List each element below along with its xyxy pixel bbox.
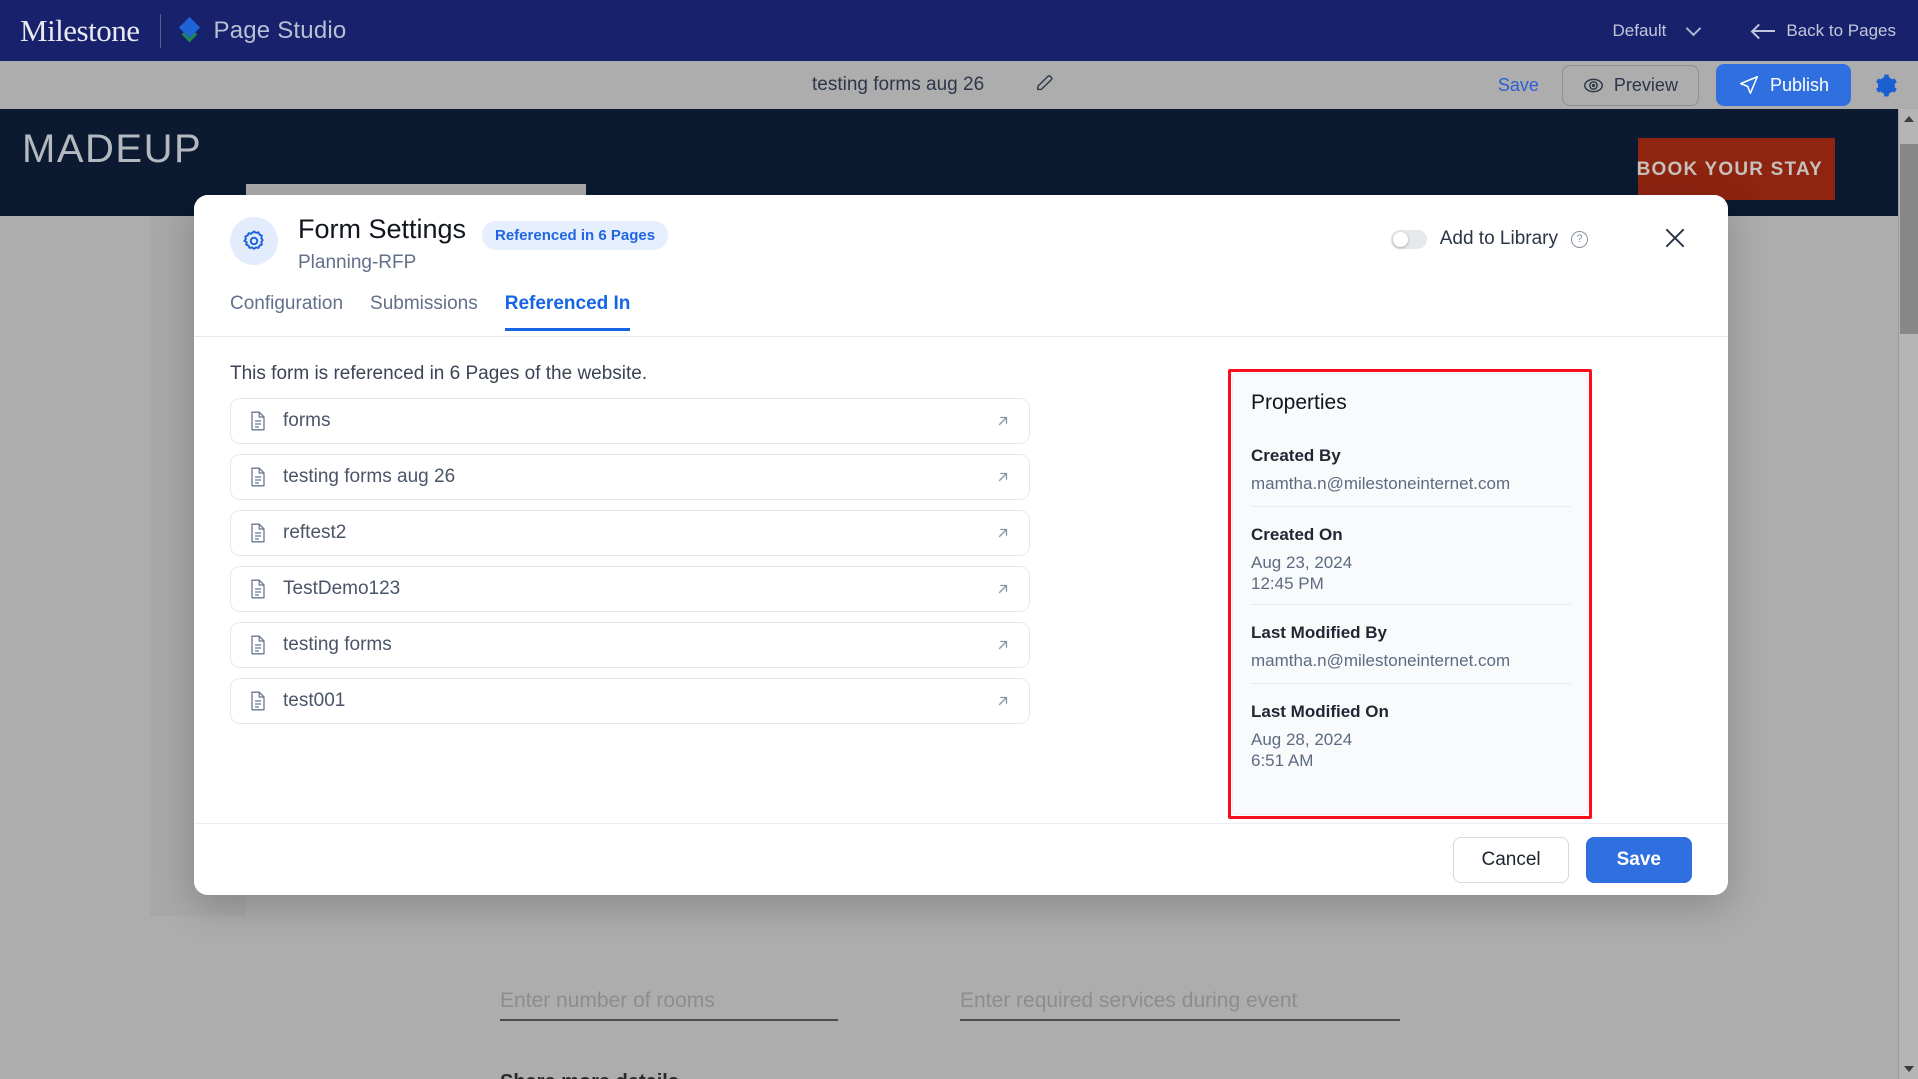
- share-more-details-label: Share more details: [500, 1071, 679, 1079]
- properties-card: Properties Created By mamtha.n@milestonei…: [1232, 373, 1588, 815]
- list-item-label: reftest2: [283, 522, 347, 543]
- property-divider: [1251, 604, 1571, 605]
- save-button[interactable]: Save: [1585, 836, 1692, 883]
- environment-selector[interactable]: Default: [1612, 20, 1702, 41]
- milestone-logo: Milestone: [20, 12, 140, 48]
- external-link-icon[interactable]: [995, 693, 1011, 709]
- scroll-down-arrow-icon[interactable]: [1899, 1059, 1918, 1079]
- property-row: Last Modified On Aug 28, 2024 6:51 AM: [1251, 702, 1571, 772]
- property-row: Created By mamtha.n@milestoneinternet.com: [1251, 446, 1571, 494]
- list-item[interactable]: testing forms aug 26: [230, 454, 1030, 500]
- external-link-icon[interactable]: [995, 637, 1011, 653]
- list-item[interactable]: TestDemo123: [230, 566, 1030, 612]
- modal-title: Form Settings: [298, 214, 467, 244]
- property-label: Last Modified By: [1251, 623, 1388, 642]
- services-field[interactable]: Enter required services during event: [960, 989, 1400, 1021]
- document-icon: [251, 467, 265, 487]
- scrollbar-thumb[interactable]: [1900, 144, 1918, 334]
- external-link-icon[interactable]: [995, 469, 1011, 485]
- brand-bar-right: Default Back to Pages: [1612, 20, 1896, 41]
- toolbar-actions: Save Preview Publish: [1492, 64, 1898, 106]
- gear-icon[interactable]: [1873, 73, 1898, 98]
- page-title: testing forms aug 26: [812, 74, 985, 95]
- tab-submissions[interactable]: Submissions: [370, 293, 478, 331]
- property-value: mamtha.n@milestoneinternet.com: [1251, 651, 1511, 670]
- referenced-note: This form is referenced in 6 Pages of th…: [230, 363, 648, 384]
- toolbar-save-button[interactable]: Save: [1492, 71, 1545, 100]
- form-settings-modal: Form Settings Referenced in 6 Pages Plan…: [194, 195, 1728, 895]
- vertical-scrollbar[interactable]: [1898, 109, 1918, 1079]
- gear-icon: [230, 217, 278, 265]
- rooms-field[interactable]: Enter number of rooms: [500, 989, 838, 1021]
- site-logo: MADEUP: [22, 127, 203, 171]
- list-item[interactable]: testing forms: [230, 622, 1030, 668]
- external-link-icon[interactable]: [995, 525, 1011, 541]
- environment-label: Default: [1612, 20, 1667, 40]
- list-item-label: TestDemo123: [283, 578, 401, 599]
- back-to-pages-label: Back to Pages: [1786, 20, 1896, 40]
- tab-referenced-in[interactable]: Referenced In: [504, 293, 631, 331]
- property-row: Created On Aug 23, 2024 12:45 PM: [1251, 525, 1571, 595]
- property-value: mamtha.n@milestoneinternet.com: [1251, 474, 1511, 493]
- modal-header: Form Settings Referenced in 6 Pages Plan…: [194, 195, 1728, 293]
- question-mark-icon[interactable]: ?: [1571, 230, 1588, 248]
- pencil-icon[interactable]: [1034, 72, 1056, 94]
- property-divider: [1251, 683, 1571, 684]
- app-root: MADEUP BOOK YOUR STAY -3000 Enter number…: [0, 0, 1918, 1079]
- property-row: Last Modified By mamtha.n@milestoneintern…: [1251, 623, 1571, 671]
- property-divider: [1251, 506, 1571, 507]
- property-label: Created On: [1251, 525, 1343, 544]
- book-your-stay-label: BOOK YOUR STAY: [1636, 159, 1823, 180]
- modal-tabs: Configuration Submissions Referenced In: [194, 293, 1728, 337]
- modal-body: This form is referenced in 6 Pages of th…: [194, 338, 1728, 823]
- back-to-pages-button[interactable]: Back to Pages: [1753, 21, 1896, 41]
- send-icon: [1739, 75, 1758, 95]
- document-icon: [251, 411, 265, 431]
- app-name: Page Studio: [213, 16, 347, 44]
- publish-button[interactable]: Publish: [1715, 64, 1851, 106]
- list-item[interactable]: reftest2: [230, 510, 1030, 556]
- diamond-logo-icon: [178, 16, 203, 42]
- scroll-up-arrow-icon[interactable]: [1899, 109, 1918, 129]
- arrow-left-icon: [1753, 24, 1776, 38]
- tab-configuration[interactable]: Configuration: [230, 293, 343, 331]
- brand-divider: [159, 13, 161, 48]
- preview-label: Preview: [1613, 74, 1678, 95]
- external-link-icon[interactable]: [995, 413, 1011, 429]
- eye-icon: [1583, 78, 1603, 92]
- editor-toolbar: testing forms aug 26 Save Preview Publis…: [0, 61, 1918, 109]
- referenced-pages-list: forms testing forms aug 26 reftest2 TestDem…: [230, 398, 1030, 734]
- publish-label: Publish: [1769, 74, 1829, 95]
- list-item[interactable]: test001: [230, 678, 1030, 724]
- close-icon[interactable]: [1662, 225, 1688, 251]
- property-value: Aug 28, 2024 6:51 AM: [1251, 730, 1353, 771]
- property-value: Aug 23, 2024 12:45 PM: [1251, 553, 1353, 594]
- modal-footer: Cancel Save: [194, 823, 1728, 895]
- brand-bar: Milestone Page Studio Default Back to Pa…: [0, 0, 1918, 61]
- document-icon: [251, 523, 265, 543]
- property-label: Last Modified On: [1251, 702, 1389, 721]
- document-icon: [251, 635, 265, 655]
- list-item-label: forms: [283, 410, 331, 431]
- modal-subtitle: Planning-RFP: [298, 252, 417, 273]
- preview-button[interactable]: Preview: [1561, 64, 1699, 106]
- property-label: Created By: [1251, 446, 1341, 465]
- cancel-button[interactable]: Cancel: [1453, 836, 1569, 883]
- list-item-label: test001: [283, 690, 346, 711]
- add-to-library-control: Add to Library ?: [1390, 228, 1588, 250]
- list-item-label: testing forms: [283, 634, 392, 655]
- document-icon: [251, 579, 265, 599]
- add-to-library-label: Add to Library: [1439, 228, 1558, 249]
- chevron-down-icon: [1686, 20, 1702, 36]
- document-icon: [251, 691, 265, 711]
- add-to-library-toggle[interactable]: [1390, 229, 1427, 249]
- external-link-icon[interactable]: [995, 581, 1011, 597]
- properties-title: Properties: [1251, 391, 1347, 414]
- list-item[interactable]: forms: [230, 398, 1030, 444]
- list-item-label: testing forms aug 26: [283, 466, 456, 487]
- referenced-badge: Referenced in 6 Pages: [482, 221, 669, 250]
